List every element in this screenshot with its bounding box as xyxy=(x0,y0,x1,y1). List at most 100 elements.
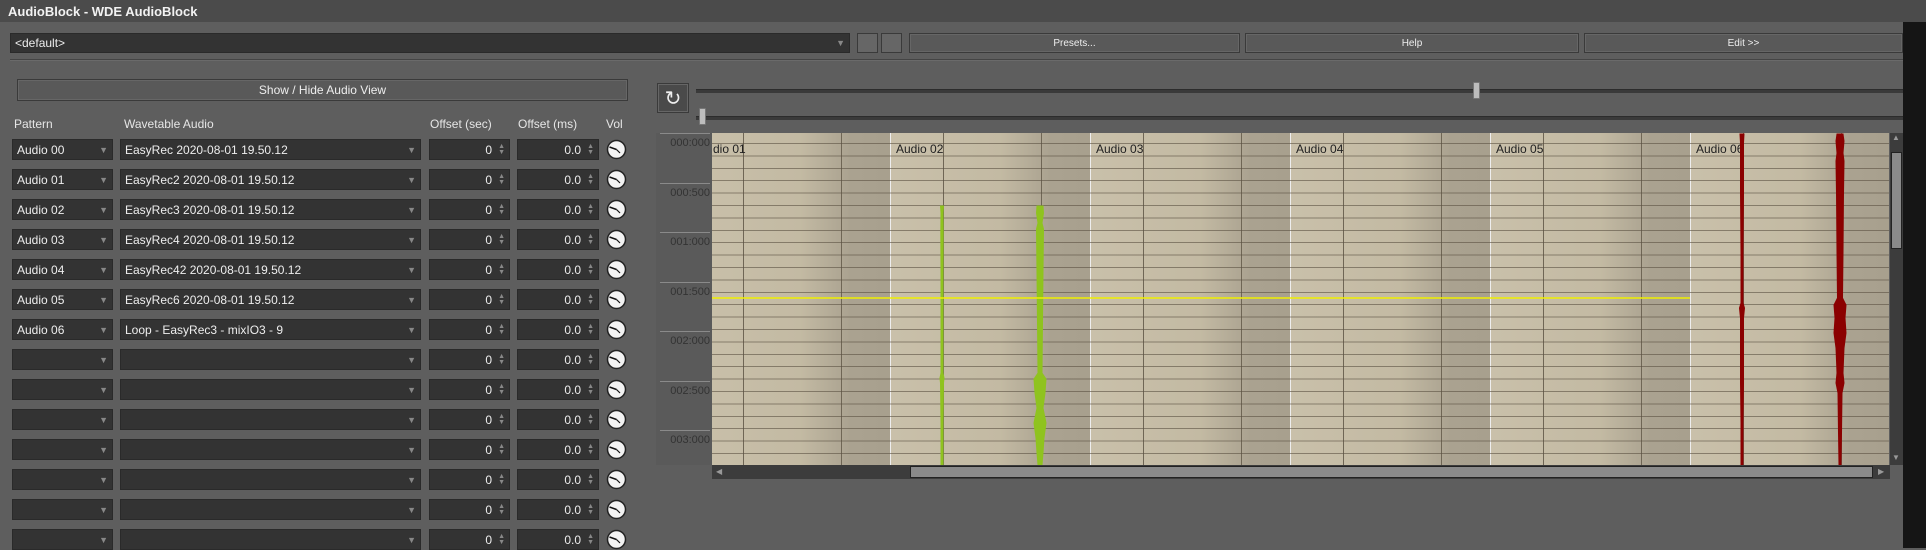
volume-knob-icon[interactable] xyxy=(606,499,627,520)
offset-sec-stepper[interactable]: 0 ▲ ▼ xyxy=(429,529,510,550)
offset-ms-stepper[interactable]: 0.0 ▲ ▼ xyxy=(517,439,599,460)
offset-ms-stepper[interactable]: 0.0 ▲ ▼ xyxy=(517,469,599,490)
offset-sec-stepper[interactable]: 0 ▲ ▼ xyxy=(429,199,510,220)
spin-arrows-icon[interactable]: ▲ ▼ xyxy=(498,383,505,396)
spin-arrows-icon[interactable]: ▲ ▼ xyxy=(498,413,505,426)
volume-knob-icon[interactable] xyxy=(606,469,627,490)
spin-arrows-icon[interactable]: ▲ ▼ xyxy=(498,173,505,186)
spin-arrows-icon[interactable]: ▲ ▼ xyxy=(498,323,505,336)
offset-sec-stepper[interactable]: 0 ▲ ▼ xyxy=(429,349,510,370)
wavetable-select[interactable]: ▼ xyxy=(120,379,421,400)
zoom-slider[interactable] xyxy=(696,89,1903,93)
offset-ms-stepper[interactable]: 0.0 ▲ ▼ xyxy=(517,319,599,340)
pattern-select[interactable]: Audio 01 ▼ xyxy=(12,169,113,190)
wavetable-select[interactable]: ▼ xyxy=(120,349,421,370)
volume-knob-icon[interactable] xyxy=(606,439,627,460)
position-slider[interactable] xyxy=(696,116,1903,120)
pattern-select[interactable]: Audio 03 ▼ xyxy=(12,229,113,250)
spin-arrows-icon[interactable]: ▲ ▼ xyxy=(498,203,505,216)
offset-ms-stepper[interactable]: 0.0 ▲ ▼ xyxy=(517,229,599,250)
spin-arrows-icon[interactable]: ▲ ▼ xyxy=(498,233,505,246)
volume-knob-icon[interactable] xyxy=(606,349,627,370)
offset-ms-stepper[interactable]: 0.0 ▲ ▼ xyxy=(517,199,599,220)
pattern-select[interactable]: ▼ xyxy=(12,379,113,400)
wavetable-select[interactable]: Loop - EasyRec3 - mixIO3 - 9 ▼ xyxy=(120,319,421,340)
volume-knob-icon[interactable] xyxy=(606,529,627,550)
offset-ms-stepper[interactable]: 0.0 ▲ ▼ xyxy=(517,289,599,310)
offset-sec-stepper[interactable]: 0 ▲ ▼ xyxy=(429,439,510,460)
wavetable-select[interactable]: EasyRec3 2020-08-01 19.50.12 ▼ xyxy=(120,199,421,220)
spin-arrows-icon[interactable]: ▲ ▼ xyxy=(498,443,505,456)
volume-knob-icon[interactable] xyxy=(606,229,627,250)
wavetable-select[interactable]: ▼ xyxy=(120,529,421,550)
wavetable-select[interactable]: ▼ xyxy=(120,439,421,460)
pattern-select[interactable]: ▼ xyxy=(12,529,113,550)
wavetable-select[interactable]: EasyRec2 2020-08-01 19.50.12 ▼ xyxy=(120,169,421,190)
wavetable-select[interactable]: ▼ xyxy=(120,499,421,520)
spin-arrows-icon[interactable]: ▲ ▼ xyxy=(498,293,505,306)
offset-ms-stepper[interactable]: 0.0 ▲ ▼ xyxy=(517,379,599,400)
offset-ms-stepper[interactable]: 0.0 ▲ ▼ xyxy=(517,139,599,160)
scroll-up-icon[interactable]: ▲ xyxy=(1892,133,1900,142)
pattern-select[interactable]: Audio 04 ▼ xyxy=(12,259,113,280)
spin-arrows-icon[interactable]: ▲ ▼ xyxy=(587,473,594,486)
edit-button[interactable]: Edit >> xyxy=(1584,33,1903,53)
wavetable-select[interactable]: EasyRec6 2020-08-01 19.50.12 ▼ xyxy=(120,289,421,310)
wavetable-select[interactable]: EasyRec 2020-08-01 19.50.12 ▼ xyxy=(120,139,421,160)
spin-arrows-icon[interactable]: ▲ ▼ xyxy=(498,263,505,276)
prev-preset-button[interactable] xyxy=(857,33,878,53)
offset-ms-stepper[interactable]: 0.0 ▲ ▼ xyxy=(517,349,599,370)
pattern-select[interactable]: Audio 06 ▼ xyxy=(12,319,113,340)
audio-timeline[interactable]: dio 01Audio 02Audio 03Audio 04Audio 05Au… xyxy=(712,133,1889,465)
volume-knob-icon[interactable] xyxy=(606,379,627,400)
volume-knob-icon[interactable] xyxy=(606,289,627,310)
spin-arrows-icon[interactable]: ▲ ▼ xyxy=(587,143,594,156)
vertical-scroll-thumb[interactable] xyxy=(1891,152,1902,249)
offset-sec-stepper[interactable]: 0 ▲ ▼ xyxy=(429,229,510,250)
spin-arrows-icon[interactable]: ▲ ▼ xyxy=(587,353,594,366)
pattern-select[interactable]: Audio 02 ▼ xyxy=(12,199,113,220)
spin-arrows-icon[interactable]: ▲ ▼ xyxy=(587,293,594,306)
wavetable-select[interactable]: ▼ xyxy=(120,469,421,490)
zoom-slider-thumb[interactable] xyxy=(1473,82,1480,99)
spin-arrows-icon[interactable]: ▲ ▼ xyxy=(498,353,505,366)
next-preset-button[interactable] xyxy=(881,33,902,53)
spin-arrows-icon[interactable]: ▲ ▼ xyxy=(587,503,594,516)
offset-sec-stepper[interactable]: 0 ▲ ▼ xyxy=(429,379,510,400)
pattern-select[interactable]: ▼ xyxy=(12,349,113,370)
spin-arrows-icon[interactable]: ▲ ▼ xyxy=(587,203,594,216)
wavetable-select[interactable]: EasyRec42 2020-08-01 19.50.12 ▼ xyxy=(120,259,421,280)
volume-knob-icon[interactable] xyxy=(606,409,627,430)
offset-ms-stepper[interactable]: 0.0 ▲ ▼ xyxy=(517,499,599,520)
show-hide-audio-view-button[interactable]: Show / Hide Audio View xyxy=(17,79,628,101)
offset-sec-stepper[interactable]: 0 ▲ ▼ xyxy=(429,139,510,160)
offset-ms-stepper[interactable]: 0.0 ▲ ▼ xyxy=(517,169,599,190)
offset-ms-stepper[interactable]: 0.0 ▲ ▼ xyxy=(517,409,599,430)
offset-sec-stepper[interactable]: 0 ▲ ▼ xyxy=(429,499,510,520)
offset-sec-stepper[interactable]: 0 ▲ ▼ xyxy=(429,289,510,310)
spin-arrows-icon[interactable]: ▲ ▼ xyxy=(587,413,594,426)
pattern-select[interactable]: Audio 00 ▼ xyxy=(12,139,113,160)
presets-button[interactable]: Presets... xyxy=(909,33,1240,53)
wavetable-select[interactable]: EasyRec4 2020-08-01 19.50.12 ▼ xyxy=(120,229,421,250)
scroll-left-icon[interactable]: ◀ xyxy=(716,467,722,476)
volume-knob-icon[interactable] xyxy=(606,169,627,190)
spin-arrows-icon[interactable]: ▲ ▼ xyxy=(498,143,505,156)
wavetable-select[interactable]: ▼ xyxy=(120,409,421,430)
offset-sec-stepper[interactable]: 0 ▲ ▼ xyxy=(429,169,510,190)
spin-arrows-icon[interactable]: ▲ ▼ xyxy=(587,383,594,396)
vertical-scrollbar[interactable]: ▲ ▼ xyxy=(1890,133,1903,465)
offset-sec-stepper[interactable]: 0 ▲ ▼ xyxy=(429,319,510,340)
refresh-icon[interactable]: ↻ xyxy=(657,83,689,113)
spin-arrows-icon[interactable]: ▲ ▼ xyxy=(498,533,505,546)
volume-knob-icon[interactable] xyxy=(606,199,627,220)
pattern-select[interactable]: ▼ xyxy=(12,469,113,490)
scroll-right-icon[interactable]: ▶ xyxy=(1878,467,1884,476)
offset-sec-stepper[interactable]: 0 ▲ ▼ xyxy=(429,409,510,430)
spin-arrows-icon[interactable]: ▲ ▼ xyxy=(587,173,594,186)
preset-dropdown[interactable]: <default> ▼ xyxy=(10,33,850,53)
pattern-select[interactable]: ▼ xyxy=(12,439,113,460)
offset-sec-stepper[interactable]: 0 ▲ ▼ xyxy=(429,259,510,280)
spin-arrows-icon[interactable]: ▲ ▼ xyxy=(498,503,505,516)
pattern-select[interactable]: Audio 05 ▼ xyxy=(12,289,113,310)
